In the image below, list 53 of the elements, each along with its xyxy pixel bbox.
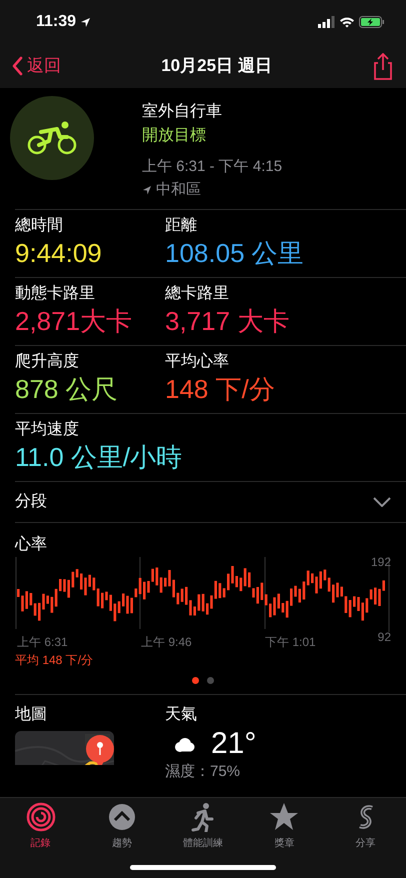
share-button[interactable] bbox=[372, 52, 394, 80]
star-icon bbox=[269, 802, 300, 832]
tab-item[interactable]: 獎章 bbox=[244, 798, 325, 878]
cloud-icon bbox=[173, 736, 195, 752]
x-axis-label: 下午 1:01 bbox=[264, 634, 316, 651]
x-axis-label: 上午 9:46 bbox=[140, 634, 193, 651]
chevron-left-icon bbox=[12, 56, 23, 76]
heart-rate-title: 心率 bbox=[15, 534, 48, 555]
weather-title: 天氣 bbox=[165, 705, 198, 725]
splits-row[interactable]: 分段 bbox=[15, 481, 406, 522]
y-axis-label: 92 bbox=[378, 629, 391, 646]
stat-value: 878 公尺 bbox=[15, 373, 119, 406]
stat-label: 總卡路里 bbox=[165, 284, 230, 304]
stat-value: 2,871大卡 bbox=[15, 305, 134, 338]
temperature: 21° bbox=[211, 727, 256, 761]
x-axis-label: 上午 6:31 bbox=[16, 634, 69, 651]
workout-goal: 開放目標 bbox=[142, 126, 207, 146]
stat-label: 平均速度 bbox=[15, 420, 80, 440]
tab-item[interactable]: 分享 bbox=[325, 798, 406, 878]
battery-charging-icon bbox=[359, 16, 384, 28]
status-time: 11:39 bbox=[36, 12, 76, 32]
time-range: 上午 6:31 - 下午 4:15 bbox=[142, 157, 282, 177]
stat-label: 總時間 bbox=[15, 216, 64, 236]
workout-title: 室外自行車 bbox=[142, 102, 223, 122]
humidity-text: 濕度：75% bbox=[165, 762, 242, 782]
location-arrow-icon bbox=[142, 184, 152, 195]
signal-icon bbox=[318, 16, 335, 28]
stat-value: 108.05 公里 bbox=[165, 237, 304, 270]
share-icon bbox=[372, 52, 394, 80]
map-title: 地圖 bbox=[15, 704, 48, 725]
back-button[interactable]: 返回 bbox=[12, 53, 61, 79]
stat-value: 148 下/分 bbox=[165, 373, 275, 406]
activity-rings-icon bbox=[26, 802, 56, 832]
stat-label: 距離 bbox=[165, 216, 198, 236]
chevron-up-circle-icon bbox=[106, 802, 137, 832]
tab-item[interactable]: 趨勢 bbox=[81, 798, 162, 878]
location-text: 中和區 bbox=[156, 180, 201, 200]
y-axis-label: 192 bbox=[370, 554, 391, 571]
splits-label: 分段 bbox=[15, 492, 47, 512]
stat-label: 平均心率 bbox=[165, 352, 230, 372]
nav-title: 10月25日 週日 bbox=[161, 55, 272, 78]
stat-value: 11.0 公里/小時 bbox=[15, 441, 182, 474]
tab-item[interactable]: 體能訓練 bbox=[162, 798, 244, 878]
stat-label: 動態卡路里 bbox=[15, 284, 96, 304]
stat-value: 9:44:09 bbox=[15, 237, 103, 270]
location-arrow-icon bbox=[80, 16, 92, 28]
average-heart-rate: 平均 148 下/分 bbox=[15, 652, 94, 669]
tab-item[interactable]: 記錄 bbox=[0, 798, 81, 878]
page-dot[interactable] bbox=[192, 677, 199, 684]
page-dot[interactable] bbox=[207, 677, 214, 684]
stat-value: 3,717 大卡 bbox=[165, 305, 290, 338]
stat-label: 爬升高度 bbox=[15, 352, 80, 372]
wifi-icon bbox=[339, 16, 355, 28]
